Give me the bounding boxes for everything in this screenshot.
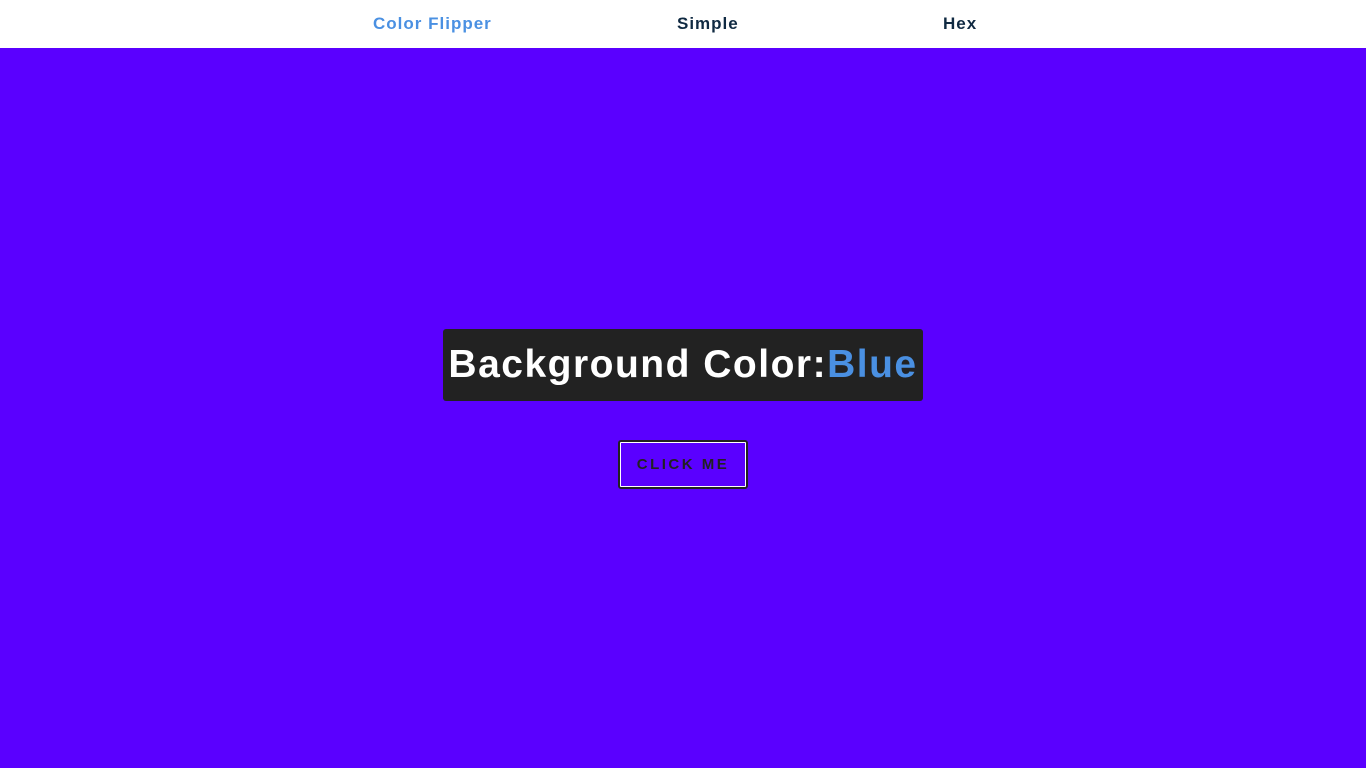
nav-link-hex[interactable]: Hex (943, 14, 977, 34)
background-color-label: Background Color: (448, 343, 828, 386)
background-color-value: Blue (827, 343, 918, 386)
nav-link-simple[interactable]: Simple (677, 14, 739, 34)
main-area (0, 48, 1366, 768)
top-navbar: Color Flipper Simple Hex (0, 0, 1366, 48)
nav-brand-link[interactable]: Color Flipper (373, 14, 492, 34)
background-color-box: Background Color: Blue (443, 329, 923, 401)
click-me-button[interactable]: CLICK ME (618, 440, 748, 489)
